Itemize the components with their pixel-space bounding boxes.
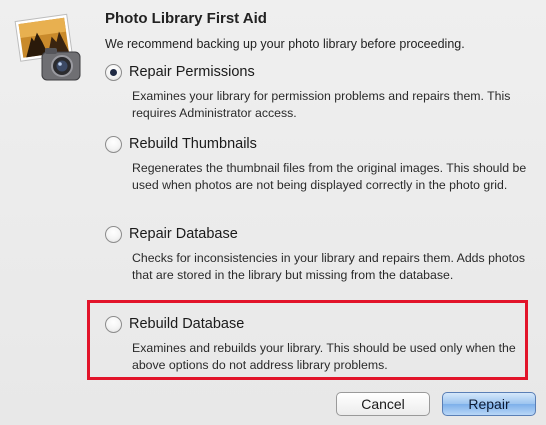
option-repair-permissions: Repair Permissions Examines your library… bbox=[105, 60, 530, 122]
option-rebuild-database: Rebuild Database Examines and rebuilds y… bbox=[105, 312, 530, 374]
repair-database-radio[interactable] bbox=[105, 225, 122, 243]
rebuild-database-label[interactable]: Rebuild Database bbox=[129, 316, 244, 332]
cancel-button[interactable]: Cancel bbox=[336, 392, 430, 416]
dialog-subtitle: We recommend backing up your photo libra… bbox=[105, 37, 465, 51]
repair-database-label[interactable]: Repair Database bbox=[129, 226, 238, 242]
iphoto-camera-icon bbox=[14, 13, 81, 81]
first-aid-dialog: Photo Library First Aid We recommend bac… bbox=[0, 0, 546, 425]
repair-permissions-label[interactable]: Repair Permissions bbox=[129, 64, 255, 80]
option-repair-database: Repair Database Checks for inconsistenci… bbox=[105, 222, 530, 284]
repair-permissions-radio[interactable] bbox=[105, 63, 122, 81]
repair-permissions-radio-row[interactable]: Repair Permissions bbox=[105, 60, 530, 84]
rebuild-database-description: Examines and rebuilds your library. This… bbox=[132, 341, 516, 372]
rebuild-thumbnails-radio[interactable] bbox=[105, 135, 122, 153]
rebuild-thumbnails-description: Regenerates the thumbnail files from the… bbox=[132, 161, 527, 192]
rebuild-database-radio[interactable] bbox=[105, 315, 122, 333]
repair-button[interactable]: Repair bbox=[442, 392, 536, 416]
rebuild-thumbnails-label[interactable]: Rebuild Thumbnails bbox=[129, 136, 257, 152]
repair-database-radio-row[interactable]: Repair Database bbox=[105, 222, 530, 246]
repair-permissions-description: Examines your library for permission pro… bbox=[132, 89, 511, 120]
dialog-title: Photo Library First Aid bbox=[105, 10, 267, 27]
option-rebuild-thumbnails: Rebuild Thumbnails Regenerates the thumb… bbox=[105, 132, 530, 194]
repair-database-description: Checks for inconsistencies in your libra… bbox=[132, 251, 526, 282]
rebuild-thumbnails-radio-row[interactable]: Rebuild Thumbnails bbox=[105, 132, 530, 156]
rebuild-database-radio-row[interactable]: Rebuild Database bbox=[105, 312, 530, 336]
